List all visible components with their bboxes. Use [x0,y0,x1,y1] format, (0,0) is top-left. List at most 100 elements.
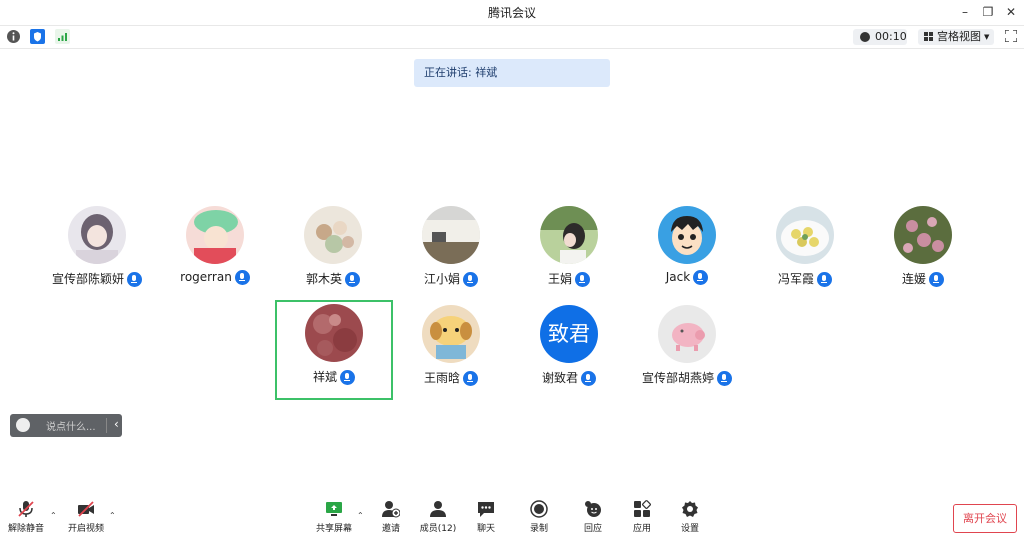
mic-active-icon [340,370,355,385]
restore-icon[interactable]: ❐ [979,3,997,21]
mic-icon [234,270,250,285]
participant-name: 郭木英 [305,272,342,286]
participant-tile[interactable]: 宣传部胡燕婷 [628,301,746,401]
video-off-icon [78,501,94,517]
mic-icon [345,272,360,287]
start-video-button[interactable]: 开启视频 [60,500,112,536]
leave-meeting-button[interactable]: 离开会议 [953,504,1017,533]
record-label: 录制 [529,524,548,534]
info-icon[interactable] [6,29,21,44]
invite-label: 邀请 [381,524,400,534]
emoji-icon[interactable] [16,418,30,432]
participant-tile[interactable]: rogerran [156,202,274,302]
members-label: 成员(12) [419,524,457,534]
avatar [658,206,716,264]
gear-icon [682,501,698,517]
grid-icon [924,32,934,42]
avatar [422,305,480,363]
avatar [186,206,244,264]
participant-name: 江小娟 [423,272,460,286]
reaction-button[interactable]: 回应 [567,500,619,536]
participant-name: rogerran [180,270,232,284]
participant-tile[interactable]: 郭木英 [274,202,392,302]
participant-tile[interactable]: 王雨晗 [392,301,510,401]
participant-name: 冯军霞 [777,272,814,286]
participant-name: 王娟 [547,272,572,286]
speaking-banner: 正在讲话: 祥斌 [414,59,610,87]
record-button[interactable]: 录制 [513,500,565,536]
participant-name: Jack [665,270,691,284]
participant-name: 连媛 [901,272,926,286]
chevron-up-icon[interactable]: ⌃ [50,511,57,520]
avatar [68,206,126,264]
avatar [776,206,834,264]
minimize-icon[interactable]: – [956,3,974,21]
chat-icon [478,502,494,517]
shield-icon[interactable] [30,29,45,44]
reaction-label: 回应 [583,524,602,534]
mic-icon [581,371,596,386]
settings-label: 设置 [680,524,699,534]
participant-tile[interactable]: 宣传部陈颖妍 [38,202,156,302]
participant-name: 王雨晗 [423,371,460,385]
apps-button[interactable]: 应用 [616,500,668,536]
avatar [894,206,952,264]
bottom-toolbar: 解除静音 ⌃ 开启视频 ⌃ 共享屏幕 ⌃ 邀请 成员(12) 聊天 录制 回应 … [0,495,1024,539]
participant-name: 宣传部陈颖妍 [51,272,124,286]
window-title: 腾讯会议 [487,6,536,20]
mic-icon [127,272,142,287]
chat-placeholder[interactable]: 说点什么... [46,418,96,433]
share-screen-icon [326,502,342,516]
mic-icon [575,272,590,287]
chevron-down-icon: ▼ [984,33,990,41]
participant-tile[interactable]: 江小娟 [392,202,510,302]
share-label: 共享屏幕 [315,524,352,534]
participant-name: 谢致君 [541,371,578,385]
reaction-icon [585,501,601,517]
participant-tile[interactable]: 连媛 [864,202,982,302]
title-bar: 腾讯会议 – ❐ ✕ [0,0,1024,24]
settings-button[interactable]: 设置 [664,500,716,536]
top-toolbar: 00:10 宫格视图 ▼ [0,25,1024,49]
chat-input-bar[interactable]: 说点什么... ‹ [10,414,122,437]
clock-icon [860,32,870,42]
invite-icon [382,501,400,518]
speaking-text: 正在讲话: 祥斌 [424,66,498,79]
avatar [305,304,363,362]
mic-icon [693,270,709,285]
members-icon [430,501,446,517]
view-mode-label: 宫格视图 [937,30,981,43]
participant-tile[interactable]: Jack [628,202,746,302]
avatar [540,206,598,264]
participant-tile[interactable]: 冯军霞 [746,202,864,302]
unmute-button[interactable]: 解除静音 [0,500,52,536]
unmute-label: 解除静音 [7,524,44,534]
video-label: 开启视频 [67,524,104,534]
participant-tile[interactable]: 致君 谢致君 [510,301,628,401]
view-mode-dropdown[interactable]: 宫格视图 ▼ [918,29,994,45]
chat-button[interactable]: 聊天 [460,500,512,536]
chevron-up-icon[interactable]: ⌃ [109,511,116,520]
participant-name: 祥斌 [312,370,337,384]
chevron-up-icon[interactable]: ⌃ [357,511,364,520]
fullscreen-icon[interactable] [1005,30,1017,42]
avatar [304,206,362,264]
close-icon[interactable]: ✕ [1002,3,1020,21]
timer-text: 00:10 [875,30,907,43]
members-button[interactable]: 成员(12) [412,500,464,536]
participant-tile-speaking[interactable]: 祥斌 [275,300,393,400]
record-icon [530,500,548,518]
mic-icon [463,371,478,386]
collapse-chevron-icon[interactable]: ‹ [114,417,119,431]
invite-button[interactable]: 邀请 [365,500,417,536]
mic-muted-icon [18,501,34,517]
signal-icon[interactable] [55,29,70,44]
share-screen-button[interactable]: 共享屏幕 [308,500,360,536]
avatar [658,305,716,363]
divider [106,418,107,433]
participant-tile[interactable]: 王娟 [510,202,628,302]
avatar-initials: 致君 [540,305,598,363]
meeting-timer: 00:10 [853,29,907,45]
avatar [422,206,480,264]
apps-icon [634,500,651,517]
